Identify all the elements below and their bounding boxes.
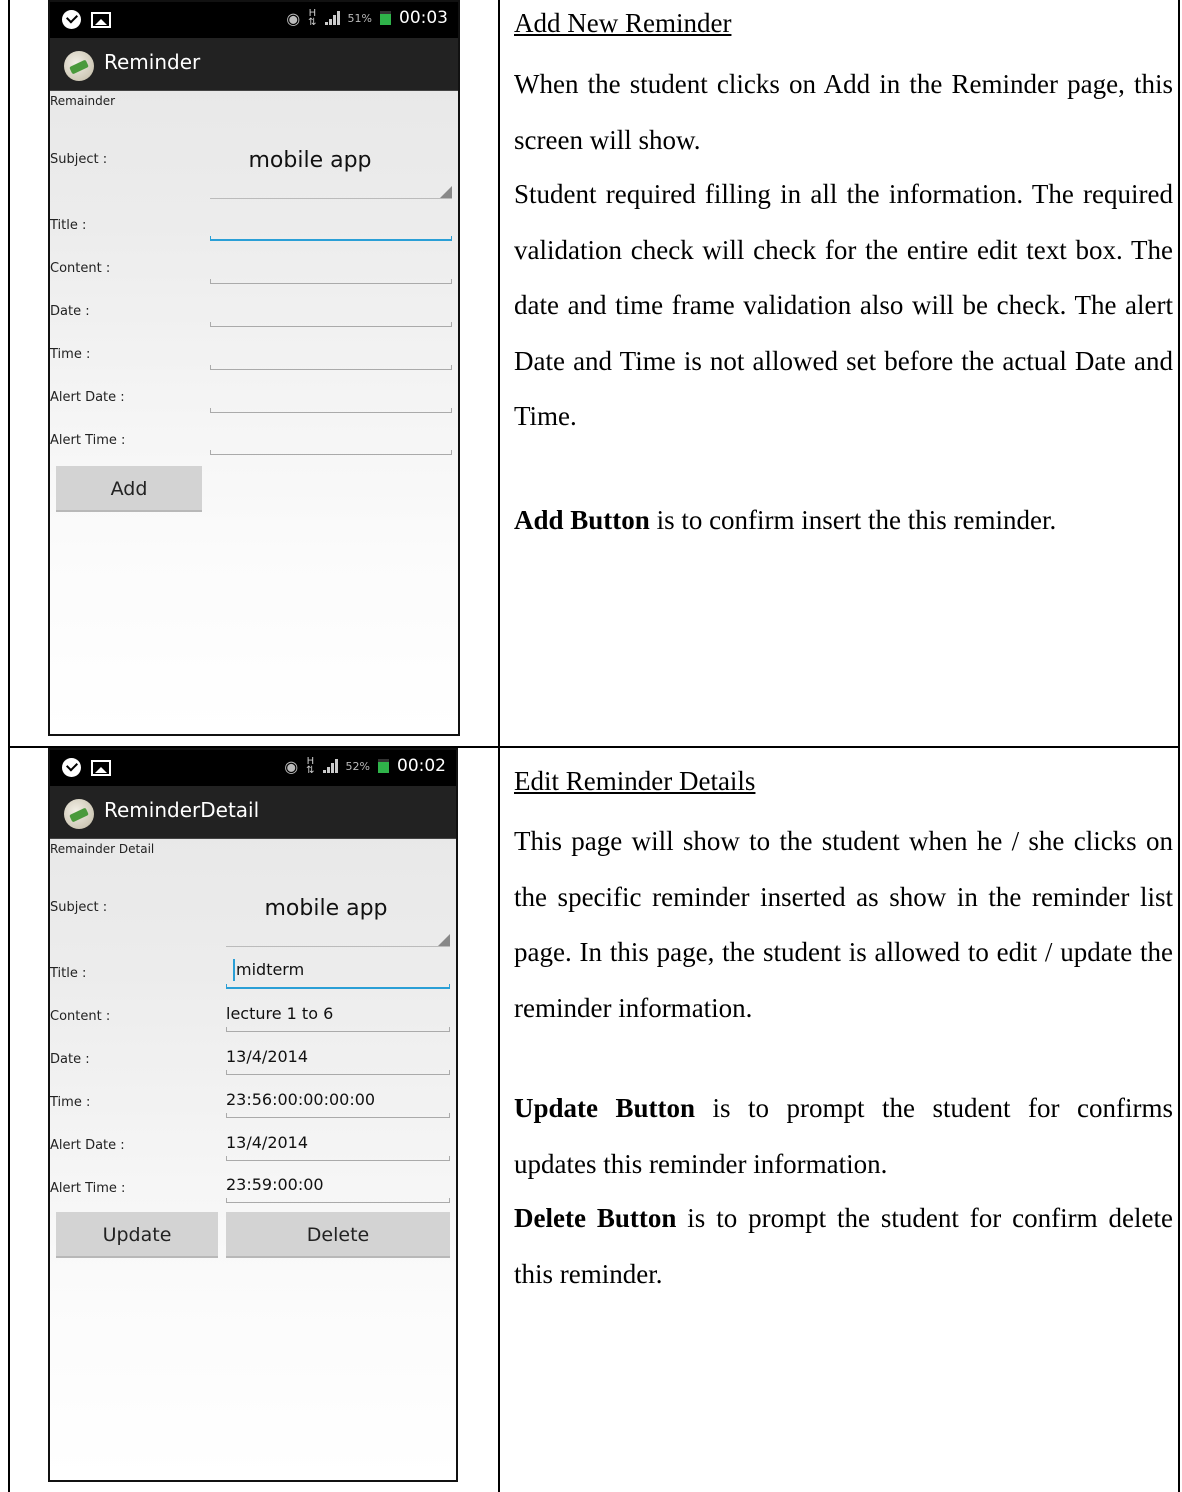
time-input[interactable] bbox=[210, 365, 452, 370]
section-heading-edit: Edit Reminder Details bbox=[514, 766, 756, 796]
action-bar: Reminder bbox=[50, 38, 458, 91]
app-logo-icon[interactable] bbox=[64, 799, 94, 829]
update-button[interactable]: Update bbox=[56, 1212, 218, 1258]
subject-label: Subject : bbox=[50, 900, 108, 915]
update-button-paragraph: Update Button is to prompt the student f… bbox=[514, 1081, 1173, 1192]
dropdown-arrow-icon bbox=[440, 186, 452, 198]
text-cursor bbox=[233, 959, 235, 981]
dropdown-arrow-icon bbox=[438, 934, 450, 946]
date-input[interactable] bbox=[210, 322, 452, 327]
title-input[interactable] bbox=[210, 236, 452, 241]
status-bar: ◉ H ⇅ 52% 00:02 bbox=[50, 750, 456, 786]
content-value: lecture 1 to 6 bbox=[226, 1004, 334, 1023]
status-bar: ◉ H ⇅ 51% 00:03 bbox=[50, 2, 458, 38]
hspa-icon: H ⇅ bbox=[308, 8, 317, 28]
app-title: Reminder bbox=[104, 50, 201, 74]
screen-background bbox=[50, 2, 458, 734]
battery-percent: 52% bbox=[345, 759, 370, 773]
eye-icon: ◉ bbox=[286, 8, 301, 28]
app-title: ReminderDetail bbox=[104, 798, 260, 822]
title-label: Title : bbox=[50, 966, 87, 981]
add-button[interactable]: Add bbox=[56, 466, 202, 512]
phone-screenshot-reminder-detail: ◉ H ⇅ 52% 00:02 ReminderDetail Remainder … bbox=[48, 748, 458, 1482]
subject-label: Subject : bbox=[50, 152, 108, 167]
screen-label: Remainder bbox=[50, 94, 116, 108]
delete-button[interactable]: Delete bbox=[226, 1212, 450, 1258]
alert-date-label: Alert Date : bbox=[50, 390, 125, 405]
alert-time-input[interactable] bbox=[226, 1198, 450, 1203]
alert-date-input[interactable] bbox=[226, 1156, 450, 1161]
time-label: Time : bbox=[50, 1095, 91, 1110]
delete-button-term: Delete Button bbox=[514, 1203, 677, 1233]
date-input[interactable] bbox=[226, 1070, 450, 1075]
battery-percent: 51% bbox=[347, 11, 372, 25]
alert-date-input[interactable] bbox=[210, 408, 452, 413]
edit-intro-paragraph: This page will show to the student when … bbox=[514, 826, 1173, 1023]
image-icon bbox=[91, 759, 111, 776]
time-label: Time : bbox=[50, 347, 91, 362]
section-heading-add: Add New Reminder bbox=[514, 8, 732, 38]
date-label: Date : bbox=[50, 304, 90, 319]
message-icon bbox=[62, 10, 81, 29]
signal-icon bbox=[322, 759, 338, 773]
alert-date-value: 13/4/2014 bbox=[226, 1133, 309, 1152]
content-label: Content : bbox=[50, 261, 111, 276]
screen-label: Remainder Detail bbox=[50, 842, 155, 856]
phone-screenshot-add-reminder: ◉ H ⇅ 51% 00:03 Reminder Remainder Subjec… bbox=[48, 0, 460, 736]
add-validation-paragraph: Student required filling in all the info… bbox=[514, 179, 1173, 431]
time-input[interactable] bbox=[226, 1113, 450, 1118]
content-input[interactable] bbox=[210, 279, 452, 284]
add-intro-paragraph: When the student clicks on Add in the Re… bbox=[514, 69, 1173, 155]
alert-time-input[interactable] bbox=[210, 450, 452, 455]
screen-background bbox=[50, 750, 456, 1480]
status-time: 00:03 bbox=[399, 8, 448, 28]
content-input[interactable] bbox=[226, 1027, 450, 1032]
hspa-icon: H ⇅ bbox=[306, 756, 315, 776]
app-logo-icon[interactable] bbox=[64, 51, 94, 81]
battery-icon bbox=[378, 759, 389, 773]
image-icon bbox=[91, 11, 111, 28]
alert-date-label: Alert Date : bbox=[50, 1138, 125, 1153]
add-button-term: Add Button bbox=[514, 505, 650, 535]
alert-time-label: Alert Time : bbox=[50, 1181, 126, 1196]
time-value: 23:56:00:00:00:00 bbox=[226, 1090, 376, 1109]
title-input[interactable] bbox=[226, 984, 450, 989]
date-label: Date : bbox=[50, 1052, 90, 1067]
date-value: 13/4/2014 bbox=[226, 1047, 309, 1066]
alert-time-value: 23:59:00:00 bbox=[226, 1175, 324, 1194]
update-button-term: Update Button bbox=[514, 1093, 696, 1123]
alert-time-label: Alert Time : bbox=[50, 433, 126, 448]
eye-icon: ◉ bbox=[284, 756, 299, 776]
delete-button-paragraph: Delete Button is to prompt the student f… bbox=[514, 1191, 1173, 1302]
subject-value: mobile app bbox=[248, 148, 372, 173]
subject-value: mobile app bbox=[264, 896, 388, 921]
title-label: Title : bbox=[50, 218, 87, 233]
battery-icon bbox=[380, 11, 391, 25]
signal-icon bbox=[324, 11, 340, 25]
content-label: Content : bbox=[50, 1009, 111, 1024]
title-value: midterm bbox=[236, 960, 305, 979]
add-button-desc: is to confirm insert the this reminder. bbox=[656, 505, 1057, 535]
spinner-underline bbox=[226, 946, 450, 947]
action-bar: ReminderDetail bbox=[50, 786, 456, 839]
spinner-underline bbox=[210, 198, 452, 199]
add-button-paragraph: Add Button is to confirm insert the this… bbox=[514, 493, 1173, 549]
status-time: 00:02 bbox=[397, 756, 446, 776]
message-icon bbox=[62, 758, 81, 777]
